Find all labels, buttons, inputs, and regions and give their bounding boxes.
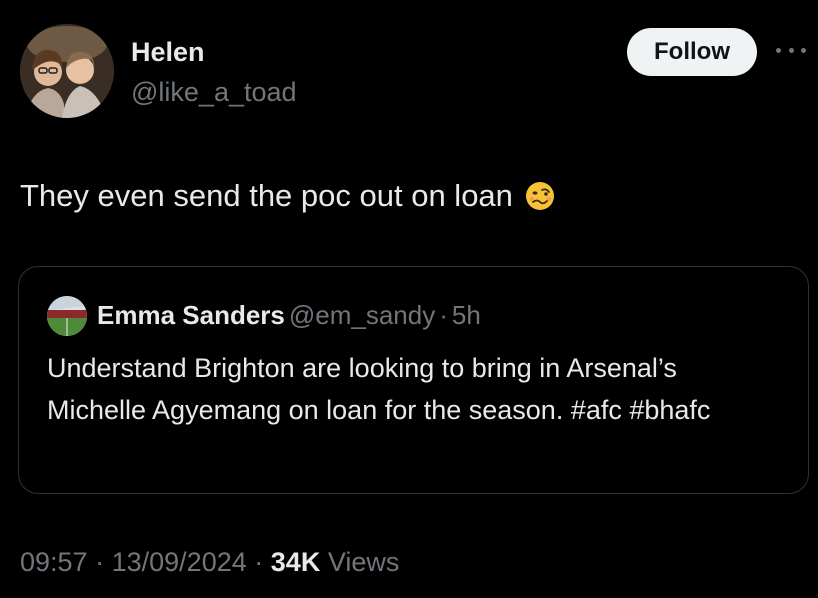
quote-author-avatar[interactable] (47, 296, 87, 336)
more-options-icon[interactable] (776, 40, 806, 60)
woozy-face-icon (525, 182, 554, 210)
views-label: Views (327, 547, 400, 577)
author-display-name[interactable]: Helen (131, 36, 205, 68)
stadium-photo-icon (47, 296, 87, 336)
quote-display-name[interactable]: Emma Sanders (97, 300, 285, 330)
meta-separator: · (254, 547, 264, 577)
tweet-text: They even send the poc out on loan (20, 176, 555, 216)
post-date[interactable]: 13/09/2024 (112, 547, 247, 577)
dot (776, 47, 781, 53)
dot (801, 47, 806, 53)
quote-handle[interactable]: @em_sandy (289, 300, 435, 330)
follow-button[interactable]: Follow (627, 28, 757, 76)
quote-header: Emma Sanders @em_sandy · 5h (97, 298, 481, 332)
quote-timestamp[interactable]: 5h (452, 300, 481, 330)
tweet-meta: 09:57 · 13/09/2024 · 34K Views (20, 545, 399, 579)
quote-separator: · (439, 300, 448, 330)
quoted-tweet-card[interactable]: Emma Sanders @em_sandy · 5h Understand Brig… (18, 266, 809, 494)
views-count: 34K (270, 547, 321, 577)
tweet-text-content: They even send the poc out on loan (20, 178, 513, 213)
meta-separator: · (95, 547, 105, 577)
post-time[interactable]: 09:57 (20, 547, 88, 577)
author-handle[interactable]: @like_a_toad (131, 76, 297, 108)
dot (788, 47, 794, 53)
author-avatar[interactable] (20, 24, 114, 118)
quote-text: Understand Brighton are looking to bring… (47, 353, 711, 425)
profile-photo-icon (20, 24, 114, 118)
